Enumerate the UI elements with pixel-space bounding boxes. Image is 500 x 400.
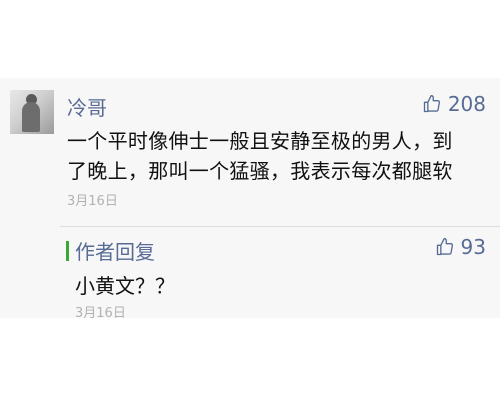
- reply-like-button[interactable]: 93: [435, 235, 486, 259]
- reply-title: 作者回复: [75, 240, 155, 264]
- avatar-figure-shape: [22, 102, 40, 132]
- reply-text: 小黄文？？: [75, 274, 175, 298]
- comment-text-line: 了晚上，那叫一个猛骚，我表示每次都腿软: [67, 159, 453, 183]
- thumbs-up-icon: [436, 238, 453, 256]
- comment-date: 3月16日: [67, 194, 118, 209]
- divider: [60, 226, 500, 227]
- thumbs-up-icon: [423, 95, 440, 113]
- comment-text-line: 一个平时像伸士一般且安静至极的男人，到: [67, 129, 453, 153]
- reply-header: 作者回复: [66, 236, 155, 265]
- reply-accent-bar: [66, 240, 69, 261]
- reply-like-count: 93: [460, 235, 486, 259]
- comment-username[interactable]: 冷哥: [67, 92, 107, 121]
- reply-date: 3月16日: [75, 306, 126, 321]
- comment-like-button[interactable]: 208: [422, 92, 486, 116]
- comment-like-count: 208: [447, 92, 486, 116]
- comment-text: 一个平时像伸士一般且安静至极的男人，到 了晚上，那叫一个猛骚，我表示每次都腿软: [67, 126, 487, 186]
- avatar[interactable]: [10, 90, 54, 134]
